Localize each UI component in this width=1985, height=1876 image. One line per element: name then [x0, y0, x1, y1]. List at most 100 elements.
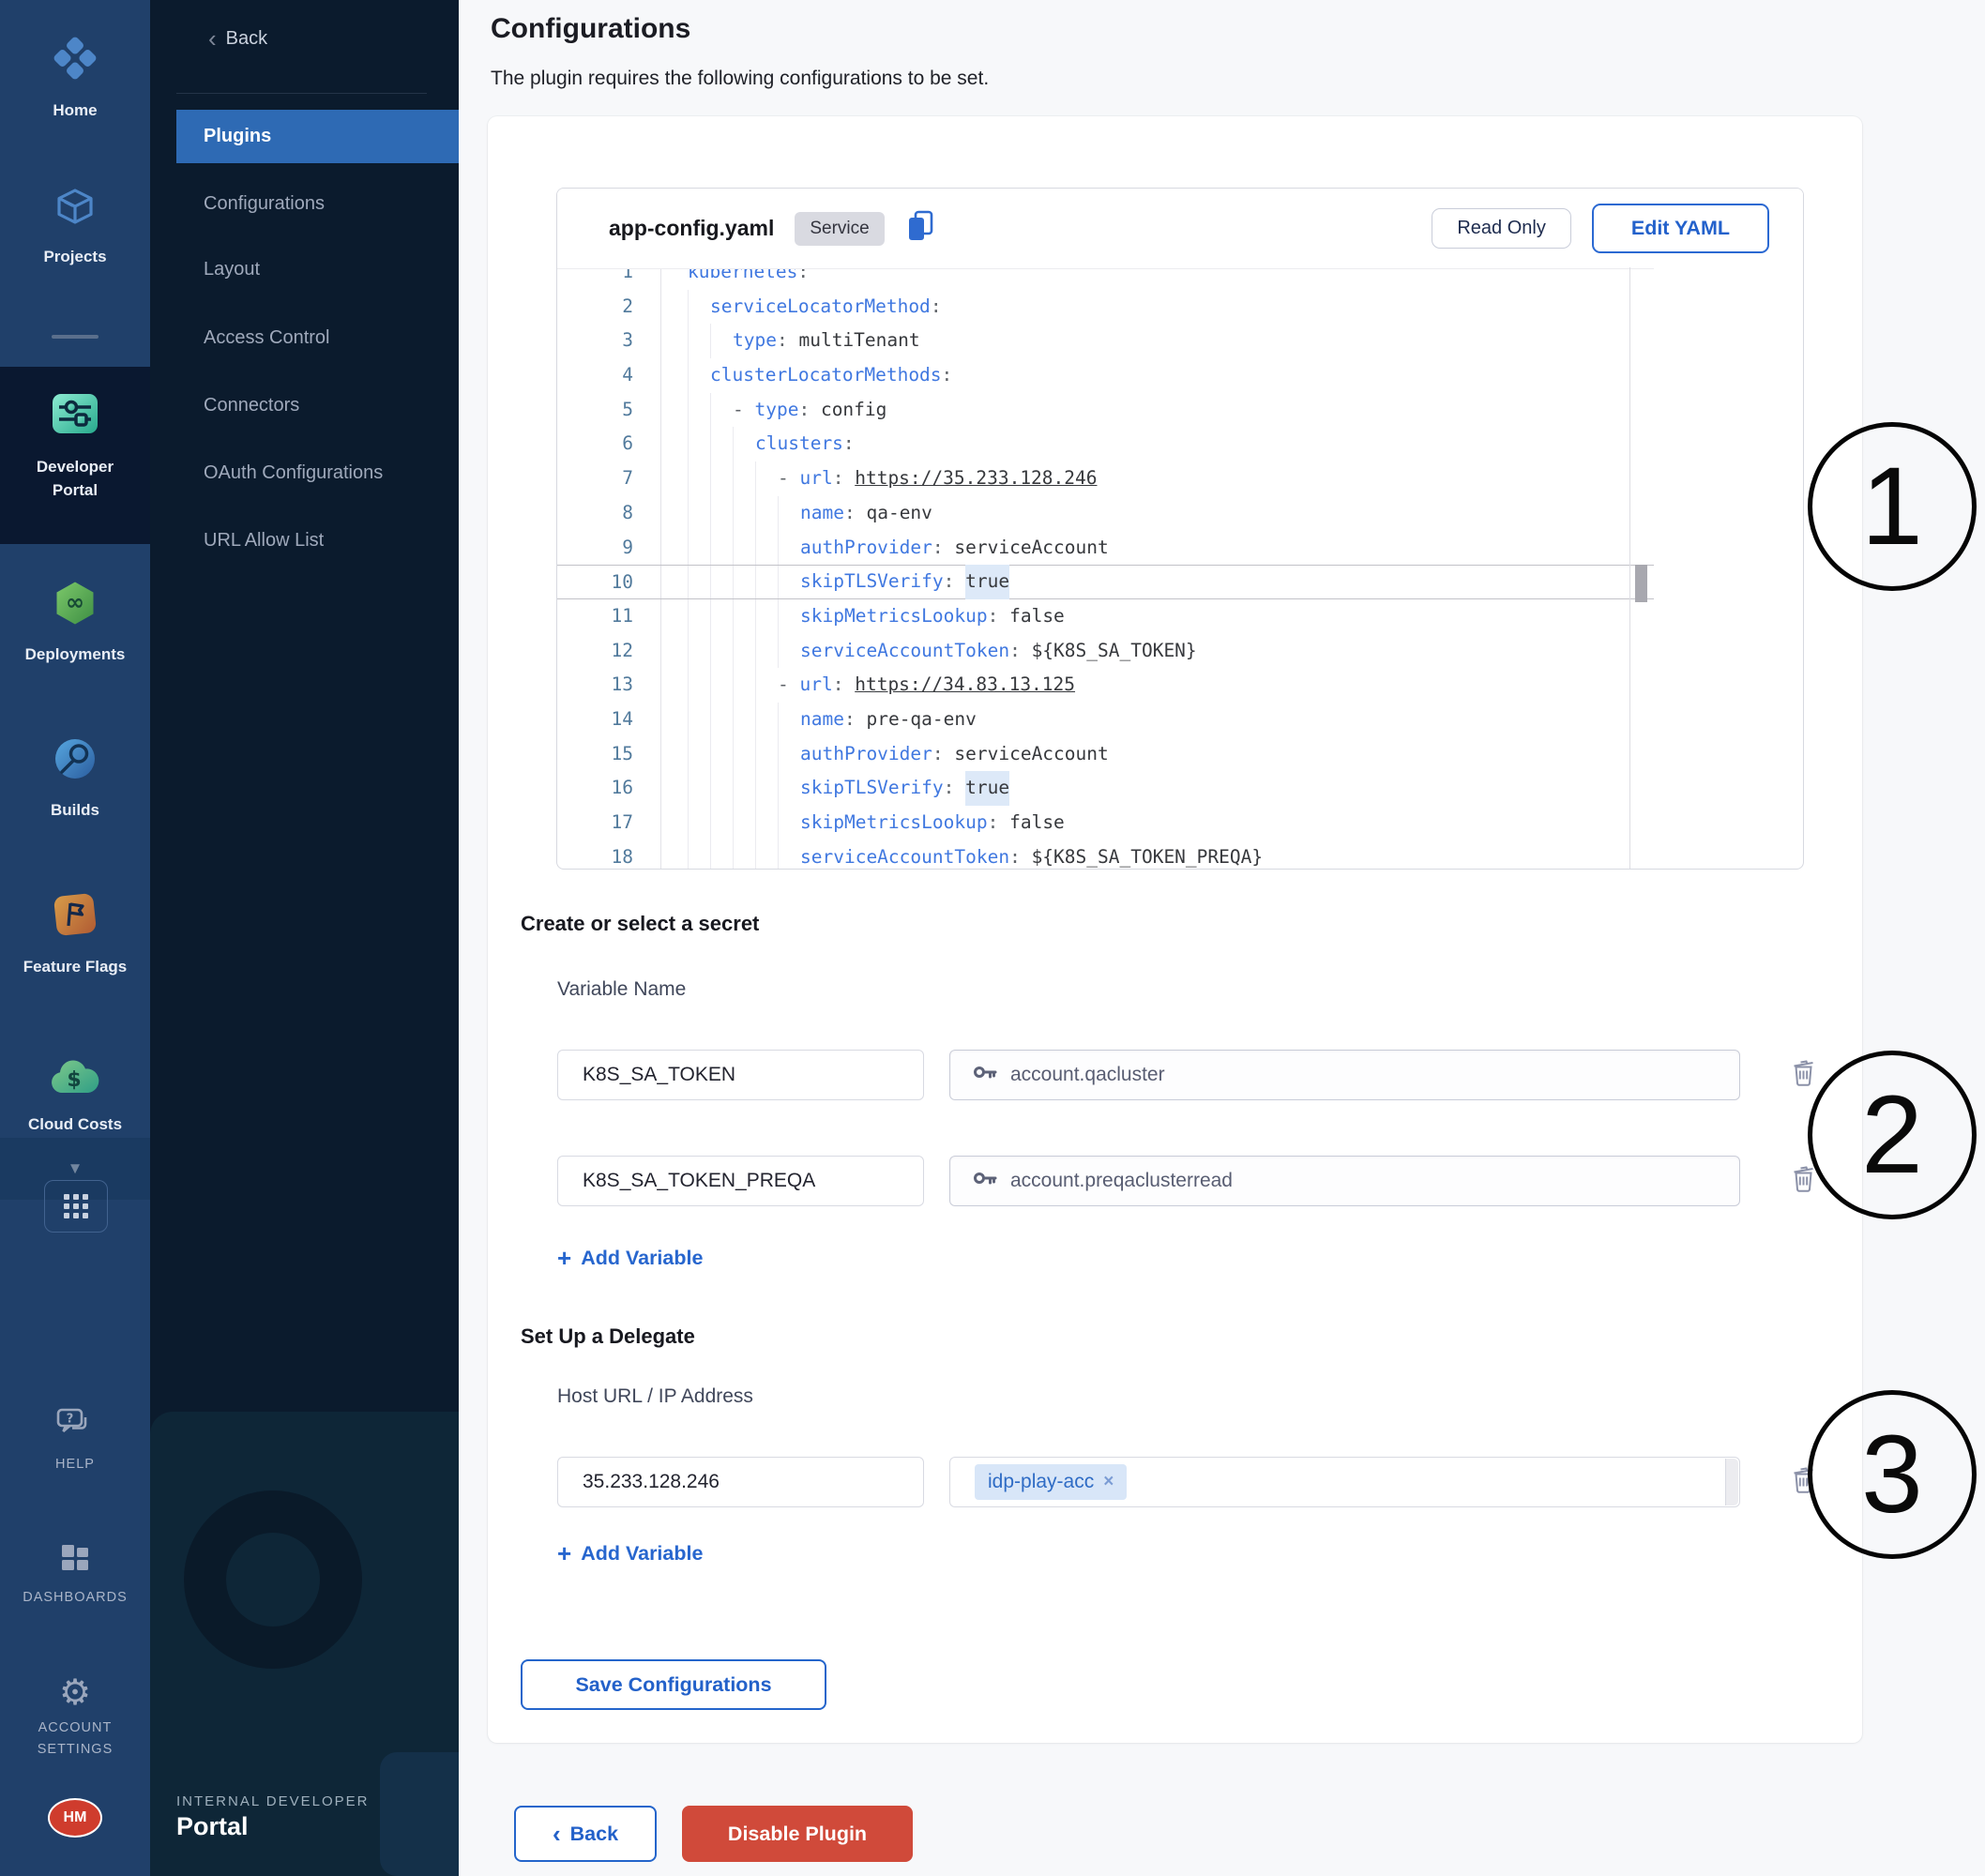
- code-scrollbar-track[interactable]: [1629, 267, 1654, 869]
- sidebar-item-home[interactable]: Home: [0, 34, 150, 120]
- svg-text:∞: ∞: [66, 589, 84, 615]
- annotation-circle-2: 2: [1808, 1051, 1977, 1219]
- code-line-5: 5- type: config: [557, 393, 1654, 428]
- nav-item-layout[interactable]: Layout: [176, 243, 459, 296]
- code-line-17: 17skipMetricsLookup: false: [557, 806, 1654, 840]
- sidebar-item-feature-flags[interactable]: Feature Flags: [0, 890, 150, 976]
- plus-icon: +: [557, 1246, 571, 1270]
- user-avatar[interactable]: HM: [48, 1798, 102, 1838]
- service-badge: Service: [795, 212, 884, 246]
- sidebar-item-deployments[interactable]: ∞ Deployments: [0, 580, 150, 664]
- delegate-tags-field[interactable]: idp-play-acc ×: [949, 1457, 1740, 1507]
- nav-item-label: Access Control: [204, 327, 330, 349]
- sidebar-decor-ring: [184, 1490, 362, 1669]
- developer-portal-label-2: Portal: [53, 480, 98, 500]
- host-url-label: Host URL / IP Address: [557, 1385, 753, 1408]
- variable-name-label: Variable Name: [557, 978, 686, 1001]
- code-scrollbar-thumb[interactable]: [1635, 565, 1647, 602]
- disable-plugin-button[interactable]: Disable Plugin: [682, 1806, 913, 1862]
- annotation-circle-3: 3: [1808, 1390, 1977, 1559]
- back-nav-label: Back: [226, 28, 267, 50]
- builds-label: Builds: [51, 800, 99, 820]
- back-nav[interactable]: ‹ Back: [208, 26, 267, 51]
- secret-select-2[interactable]: account.preqaclusterread: [949, 1156, 1740, 1206]
- secret-value: account.qacluster: [1010, 1064, 1165, 1086]
- brand-kicker: INTERNAL DEVELOPER: [176, 1793, 370, 1809]
- primary-sidebar: Home Projects Developer Portal ∞ Deploym…: [0, 0, 150, 1876]
- nav-item-label: Layout: [204, 259, 260, 280]
- sidebar-item-account-settings[interactable]: ⚙ ACCOUNT SETTINGS: [0, 1675, 150, 1760]
- chevron-left-icon: ‹: [208, 26, 217, 51]
- code-line-2: 2serviceLocatorMethod:: [557, 290, 1654, 325]
- variable-name-input-1[interactable]: [557, 1050, 924, 1100]
- tag-label: idp-play-acc: [988, 1471, 1094, 1493]
- code-line-8: 8name: qa-env: [557, 496, 1654, 531]
- sidebar-item-help[interactable]: ? HELP: [0, 1407, 150, 1475]
- secondary-sidebar: ‹ Back Plugins Configurations Layout Acc…: [150, 0, 459, 1876]
- page-title: Configurations: [491, 13, 690, 45]
- back-button-label: Back: [570, 1823, 618, 1846]
- add-variable-link-delegate[interactable]: + Add Variable: [557, 1541, 703, 1566]
- nav-item-plugins[interactable]: Plugins: [176, 110, 459, 163]
- code-line-13: 13- url: https://34.83.13.125: [557, 668, 1654, 703]
- code-line-11: 11skipMetricsLookup: false: [557, 599, 1654, 634]
- code-line-4: 4clusterLocatorMethods:: [557, 358, 1654, 393]
- code-line-12: 12serviceAccountToken: ${K8S_SA_TOKEN}: [557, 634, 1654, 669]
- nav-item-url-allow-list[interactable]: URL Allow List: [176, 514, 459, 567]
- back-button[interactable]: ‹ Back: [514, 1806, 657, 1862]
- add-variable-label: Add Variable: [581, 1542, 703, 1566]
- copy-icon: [905, 209, 935, 248]
- nav-item-oauth-configurations[interactable]: OAuth Configurations: [176, 446, 459, 500]
- harness-logo-icon: [51, 34, 99, 87]
- module-picker-button[interactable]: [44, 1180, 108, 1233]
- code-line-10: 10skipTLSVerify: true: [557, 565, 1654, 599]
- variable-name-input-2[interactable]: [557, 1156, 924, 1206]
- cloud-costs-icon: $: [49, 1053, 101, 1101]
- copy-button[interactable]: [905, 209, 935, 248]
- nav-item-access-control[interactable]: Access Control: [176, 311, 459, 365]
- sidebar-decor-square: [380, 1752, 459, 1876]
- builds-icon: [52, 735, 98, 787]
- sidebar-item-projects[interactable]: Projects: [0, 184, 150, 266]
- delete-variable-button-1[interactable]: [1790, 1057, 1818, 1089]
- sidebar-item-developer-portal[interactable]: Developer Portal: [0, 388, 150, 500]
- key-icon: [973, 1166, 997, 1196]
- sidebar-item-builds[interactable]: Builds: [0, 735, 150, 820]
- dashboards-label: DASHBOARDS: [23, 1588, 128, 1608]
- developer-portal-icon: [50, 388, 100, 444]
- nav-item-label: Plugins: [204, 126, 271, 147]
- cloud-costs-label: Cloud Costs: [28, 1114, 122, 1134]
- yaml-code-viewport[interactable]: 1kubernetes:2serviceLocatorMethod:3type:…: [557, 268, 1654, 870]
- nav-item-label: OAuth Configurations: [204, 462, 383, 484]
- nav-item-configurations[interactable]: Configurations: [176, 177, 459, 231]
- help-chat-icon: ?: [55, 1407, 95, 1445]
- key-icon: [973, 1060, 997, 1090]
- nav-item-connectors[interactable]: Connectors: [176, 379, 459, 432]
- save-configurations-button[interactable]: Save Configurations: [521, 1659, 826, 1710]
- code-line-15: 15authProvider: serviceAccount: [557, 737, 1654, 772]
- code-line-16: 16skipTLSVerify: true: [557, 771, 1654, 806]
- add-variable-link-secret[interactable]: + Add Variable: [557, 1246, 703, 1270]
- cube-icon: [53, 184, 98, 234]
- code-line-9: 9authProvider: serviceAccount: [557, 531, 1654, 566]
- tag-field-scrollbar[interactable]: [1725, 1459, 1738, 1505]
- grid-icon: [64, 1194, 88, 1218]
- annotation-circle-1: 1: [1808, 422, 1977, 591]
- gear-icon: ⚙: [59, 1675, 91, 1711]
- host-url-input[interactable]: [557, 1457, 924, 1507]
- secret-select-1[interactable]: account.qacluster: [949, 1050, 1740, 1100]
- yaml-card-header: app-config.yaml Service Read Only Edit Y…: [557, 189, 1803, 268]
- yaml-editor-card: app-config.yaml Service Read Only Edit Y…: [556, 188, 1804, 870]
- account-settings-label-2: SETTINGS: [38, 1740, 114, 1760]
- delegate-tag-chip[interactable]: idp-play-acc ×: [975, 1464, 1127, 1500]
- feature-flags-icon: [51, 890, 99, 944]
- code-line-3: 3type: multiTenant: [557, 324, 1654, 358]
- remove-tag-icon[interactable]: ×: [1103, 1472, 1114, 1492]
- delegate-section-heading: Set Up a Delegate: [521, 1324, 695, 1349]
- nav-item-label: URL Allow List: [204, 530, 324, 552]
- account-settings-label-1: ACCOUNT: [38, 1718, 113, 1738]
- sidebar-item-cloud-costs[interactable]: $ Cloud Costs: [0, 1053, 150, 1134]
- nav-item-label: Configurations: [204, 193, 325, 215]
- sidebar-item-dashboards[interactable]: DASHBOARDS: [0, 1542, 150, 1608]
- edit-yaml-button[interactable]: Edit YAML: [1592, 204, 1769, 253]
